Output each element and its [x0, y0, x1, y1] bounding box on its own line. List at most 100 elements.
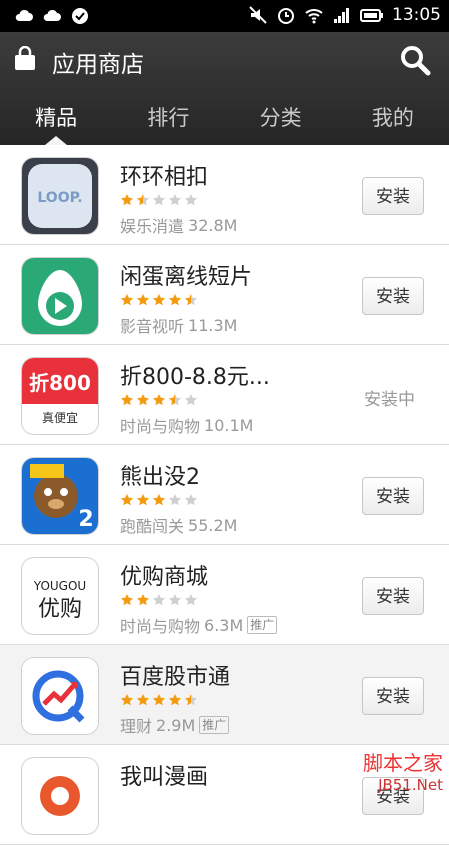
app-name: 环环相扣	[120, 165, 209, 190]
app-meta: 影音视听 11.3M	[120, 313, 237, 337]
star-icon	[169, 394, 181, 406]
tab-label: 分类	[259, 106, 302, 130]
rating-stars	[120, 293, 198, 307]
star-icon	[121, 594, 133, 606]
install-button[interactable]: 安装	[362, 177, 424, 215]
app-category: 娱乐消遣	[120, 217, 185, 236]
app-name: 熊出没2	[120, 465, 200, 490]
app-list: LOOP. 环环相扣 娱乐消遣 32.8M 安装 闲蛋离线短片 影音视听 11.…	[0, 145, 449, 845]
tab-ranking[interactable]: 排行	[112, 94, 224, 145]
star-icon	[185, 694, 197, 706]
star-icon	[137, 394, 149, 406]
baidu-stock-app-icon[interactable]	[22, 658, 98, 734]
star-icon	[153, 694, 165, 706]
rating-stars	[120, 593, 198, 607]
star-icon	[121, 694, 133, 706]
star-icon	[153, 194, 165, 206]
app-list-item[interactable]: 折800 真便宜 折800-8.8元... 时尚与购物 10.1M 安装中	[0, 345, 449, 445]
app-size: 11.3M	[188, 315, 238, 335]
zhe800-app-icon[interactable]: 折800 真便宜	[22, 358, 98, 434]
app-category: 理财	[120, 717, 153, 736]
svg-text:真便宜: 真便宜	[42, 410, 78, 425]
star-icon	[169, 694, 181, 706]
battery-icon	[360, 9, 383, 22]
svg-text:LOOP.: LOOP.	[37, 190, 82, 206]
star-icon	[153, 394, 165, 406]
loop-app-icon[interactable]: LOOP.	[22, 158, 98, 234]
app-name: 优购商城	[120, 565, 209, 590]
mute-icon	[249, 6, 267, 24]
star-icon	[153, 594, 165, 606]
star-icon	[169, 294, 181, 306]
tab-label: 我的	[371, 106, 414, 130]
app-list-item[interactable]: LOOP. 环环相扣 娱乐消遣 32.8M 安装	[0, 145, 449, 245]
page-title: 应用商店	[52, 52, 144, 78]
tab-label: 排行	[147, 106, 190, 130]
rating-stars	[120, 493, 198, 507]
check-circle-icon	[72, 8, 88, 24]
tab-category[interactable]: 分类	[225, 94, 337, 145]
star-icon	[185, 194, 197, 206]
app-size: 2.9M	[156, 715, 196, 735]
search-icon[interactable]	[399, 44, 431, 76]
svg-text:优购: 优购	[38, 597, 82, 622]
app-category: 时尚与购物	[120, 417, 201, 436]
app-name: 百度股市通	[120, 665, 231, 690]
star-icon	[153, 294, 165, 306]
tab-mine[interactable]: 我的	[337, 94, 449, 145]
installing-status: 安装中	[364, 390, 415, 410]
star-icon	[185, 494, 197, 506]
star-icon	[121, 394, 133, 406]
app-size: 32.8M	[188, 215, 238, 235]
star-icon	[185, 594, 197, 606]
star-icon	[121, 294, 133, 306]
install-button[interactable]: 安装	[362, 477, 424, 515]
star-icon	[121, 494, 133, 506]
egg-play-app-icon[interactable]	[22, 258, 98, 334]
app-list-item[interactable]: 2 熊出没2 跑酷闯关 55.2M 安装	[0, 445, 449, 545]
star-icon	[137, 194, 149, 206]
app-size: 55.2M	[188, 515, 238, 535]
app-size: 10.1M	[204, 415, 254, 435]
app-list-item[interactable]: YOUGOU 优购 优购商城 时尚与购物 6.3M 推广 安装	[0, 545, 449, 645]
app-name: 折800-8.8元...	[120, 365, 270, 390]
svg-text:折800: 折800	[29, 371, 91, 395]
clock: 13:05	[392, 5, 441, 25]
yougou-app-icon[interactable]: YOUGOU 优购	[22, 558, 98, 634]
app-name: 我叫漫画	[120, 765, 209, 790]
status-bar: 13:05	[0, 0, 449, 32]
bear-game-app-icon[interactable]: 2	[22, 458, 98, 534]
watermark-line1: 脚本之家	[363, 751, 443, 775]
active-tab-indicator	[45, 136, 68, 145]
watermark-line2: JB51.Net	[378, 776, 443, 794]
star-icon	[169, 494, 181, 506]
app-category: 时尚与购物	[120, 617, 201, 636]
alarm-icon	[278, 8, 294, 24]
star-icon	[185, 394, 197, 406]
signal-icon	[334, 8, 349, 23]
store-bag-icon	[15, 46, 35, 70]
app-meta: 娱乐消遣 32.8M	[120, 213, 237, 237]
app-meta: 理财 2.9M 推广	[120, 713, 230, 737]
app-name: 闲蛋离线短片	[120, 265, 253, 290]
install-button[interactable]: 安装	[362, 277, 424, 315]
tab-featured[interactable]: 精品	[0, 94, 112, 145]
ad-badge: 推广	[247, 616, 278, 634]
install-button[interactable]: 安装	[362, 577, 424, 615]
watermark: 脚本之家 JB51.Net	[363, 752, 443, 796]
app-meta: 时尚与购物 6.3M 推广	[120, 613, 278, 637]
app-list-item[interactable]: 百度股市通 理财 2.9M 推广 安装	[0, 645, 449, 745]
star-icon	[169, 194, 181, 206]
manhua-app-icon[interactable]	[22, 758, 98, 834]
rating-stars	[120, 393, 198, 407]
star-icon	[137, 294, 149, 306]
cloud-icon	[15, 9, 34, 21]
wifi-icon	[305, 9, 323, 24]
svg-text:YOUGOU: YOUGOU	[33, 579, 86, 593]
star-icon	[185, 294, 197, 306]
star-icon	[153, 494, 165, 506]
install-button[interactable]: 安装	[362, 677, 424, 715]
app-list-item[interactable]: 闲蛋离线短片 影音视听 11.3M 安装	[0, 245, 449, 345]
svg-text:2: 2	[78, 507, 93, 532]
ad-badge: 推广	[199, 716, 230, 734]
